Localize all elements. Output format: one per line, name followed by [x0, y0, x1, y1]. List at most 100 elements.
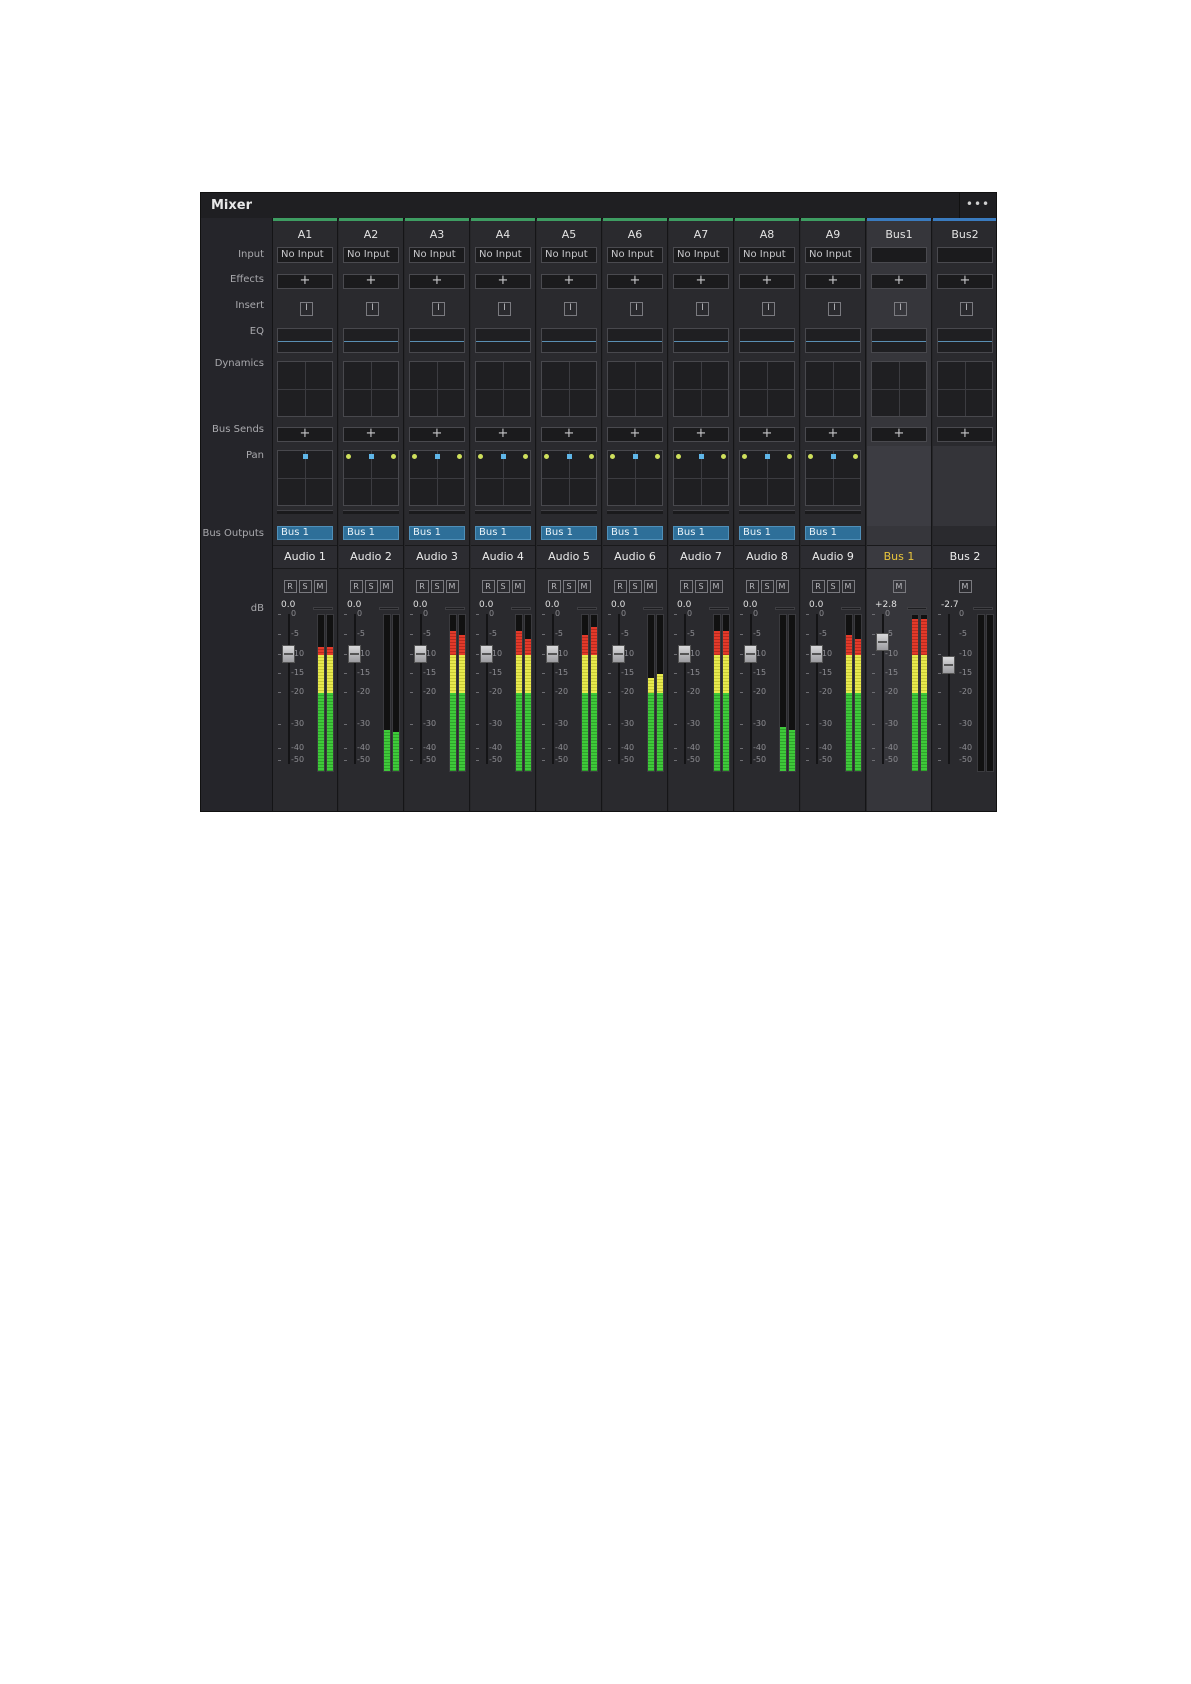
volume-fader[interactable] — [348, 645, 361, 663]
bus-output-selector[interactable]: Bus 1 — [607, 526, 663, 540]
channel-name[interactable]: Audio 9 — [801, 545, 865, 569]
input-selector[interactable]: No Input — [475, 247, 531, 263]
pan-control[interactable] — [277, 450, 333, 506]
channel-name[interactable]: Audio 1 — [273, 545, 337, 569]
channel-name[interactable]: Bus 1 — [867, 545, 931, 569]
add-bus-send-button[interactable]: + — [739, 427, 795, 442]
record-button[interactable]: R — [349, 580, 363, 593]
add-bus-send-button[interactable]: + — [277, 427, 333, 442]
pan-slider[interactable] — [277, 510, 333, 514]
bus-output-selector[interactable]: Bus 1 — [409, 526, 465, 540]
record-button[interactable]: R — [613, 580, 627, 593]
insert-button[interactable]: I — [630, 302, 643, 316]
volume-fader[interactable] — [414, 645, 427, 663]
input-selector[interactable]: No Input — [409, 247, 465, 263]
add-bus-send-button[interactable]: + — [343, 427, 399, 442]
pan-slider[interactable] — [343, 510, 399, 514]
add-effect-button[interactable]: + — [739, 274, 795, 289]
add-bus-send-button[interactable]: + — [409, 427, 465, 442]
pan-center-point[interactable] — [831, 454, 836, 459]
volume-fader[interactable] — [282, 645, 295, 663]
bus-output-selector[interactable]: Bus 1 — [805, 526, 861, 540]
input-selector[interactable]: No Input — [805, 247, 861, 263]
pan-center-point[interactable] — [567, 454, 572, 459]
solo-button[interactable]: S — [826, 580, 840, 593]
input-selector[interactable]: No Input — [739, 247, 795, 263]
solo-button[interactable]: S — [430, 580, 444, 593]
bus-output-selector[interactable]: Bus 1 — [673, 526, 729, 540]
dynamics-graph[interactable] — [871, 361, 927, 417]
input-selector[interactable]: No Input — [607, 247, 663, 263]
volume-fader[interactable] — [678, 645, 691, 663]
input-selector[interactable] — [871, 247, 927, 263]
pan-slider[interactable] — [475, 510, 531, 514]
mute-button[interactable]: M — [511, 580, 525, 593]
add-bus-send-button[interactable]: + — [541, 427, 597, 442]
bus-output-selector[interactable]: Bus 1 — [541, 526, 597, 540]
solo-button[interactable]: S — [760, 580, 774, 593]
pan-slider[interactable] — [673, 510, 729, 514]
pan-center-point[interactable] — [303, 454, 308, 459]
add-bus-send-button[interactable]: + — [607, 427, 663, 442]
solo-button[interactable]: S — [364, 580, 378, 593]
volume-fader[interactable] — [546, 645, 559, 663]
record-button[interactable]: R — [415, 580, 429, 593]
channel-name[interactable]: Audio 3 — [405, 545, 469, 569]
mute-button[interactable]: M — [841, 580, 855, 593]
bus-output-selector[interactable]: Bus 1 — [739, 526, 795, 540]
add-effect-button[interactable]: + — [409, 274, 465, 289]
record-button[interactable]: R — [811, 580, 825, 593]
pan-slider[interactable] — [805, 510, 861, 514]
more-options-icon[interactable]: ••• — [959, 193, 996, 218]
record-button[interactable]: R — [547, 580, 561, 593]
insert-button[interactable]: I — [366, 302, 379, 316]
channel-name[interactable]: Bus 2 — [933, 545, 996, 569]
pan-control[interactable] — [805, 450, 861, 506]
dynamics-graph[interactable] — [409, 361, 465, 417]
input-selector[interactable]: No Input — [277, 247, 333, 263]
pan-center-point[interactable] — [369, 454, 374, 459]
pan-control[interactable] — [343, 450, 399, 506]
solo-button[interactable]: S — [562, 580, 576, 593]
pan-control[interactable] — [673, 450, 729, 506]
add-bus-send-button[interactable]: + — [937, 427, 993, 442]
dynamics-graph[interactable] — [739, 361, 795, 417]
dynamics-graph[interactable] — [343, 361, 399, 417]
pan-slider[interactable] — [409, 510, 465, 514]
pan-center-point[interactable] — [699, 454, 704, 459]
add-bus-send-button[interactable]: + — [475, 427, 531, 442]
pan-control[interactable] — [739, 450, 795, 506]
add-effect-button[interactable]: + — [805, 274, 861, 289]
dynamics-graph[interactable] — [805, 361, 861, 417]
dynamics-graph[interactable] — [277, 361, 333, 417]
bus-output-selector[interactable]: Bus 1 — [277, 526, 333, 540]
pan-slider[interactable] — [607, 510, 663, 514]
channel-name[interactable]: Audio 4 — [471, 545, 535, 569]
mute-button[interactable]: M — [313, 580, 327, 593]
pan-center-point[interactable] — [435, 454, 440, 459]
dynamics-graph[interactable] — [541, 361, 597, 417]
mute-button[interactable]: M — [775, 580, 789, 593]
add-effect-button[interactable]: + — [607, 274, 663, 289]
eq-graph[interactable] — [475, 328, 531, 353]
eq-graph[interactable] — [607, 328, 663, 353]
record-button[interactable]: R — [283, 580, 297, 593]
pan-control[interactable] — [475, 450, 531, 506]
record-button[interactable]: R — [481, 580, 495, 593]
insert-button[interactable]: I — [696, 302, 709, 316]
insert-button[interactable]: I — [564, 302, 577, 316]
add-bus-send-button[interactable]: + — [871, 427, 927, 442]
volume-fader[interactable] — [942, 656, 955, 675]
insert-button[interactable]: I — [960, 302, 973, 316]
dynamics-graph[interactable] — [607, 361, 663, 417]
channel-name[interactable]: Audio 7 — [669, 545, 733, 569]
eq-graph[interactable] — [409, 328, 465, 353]
pan-slider[interactable] — [739, 510, 795, 514]
solo-button[interactable]: S — [694, 580, 708, 593]
mute-button[interactable]: M — [958, 580, 972, 593]
input-selector[interactable] — [937, 247, 993, 263]
insert-button[interactable]: I — [894, 302, 907, 316]
mute-button[interactable]: M — [577, 580, 591, 593]
eq-graph[interactable] — [343, 328, 399, 353]
bus-output-selector[interactable]: Bus 1 — [343, 526, 399, 540]
